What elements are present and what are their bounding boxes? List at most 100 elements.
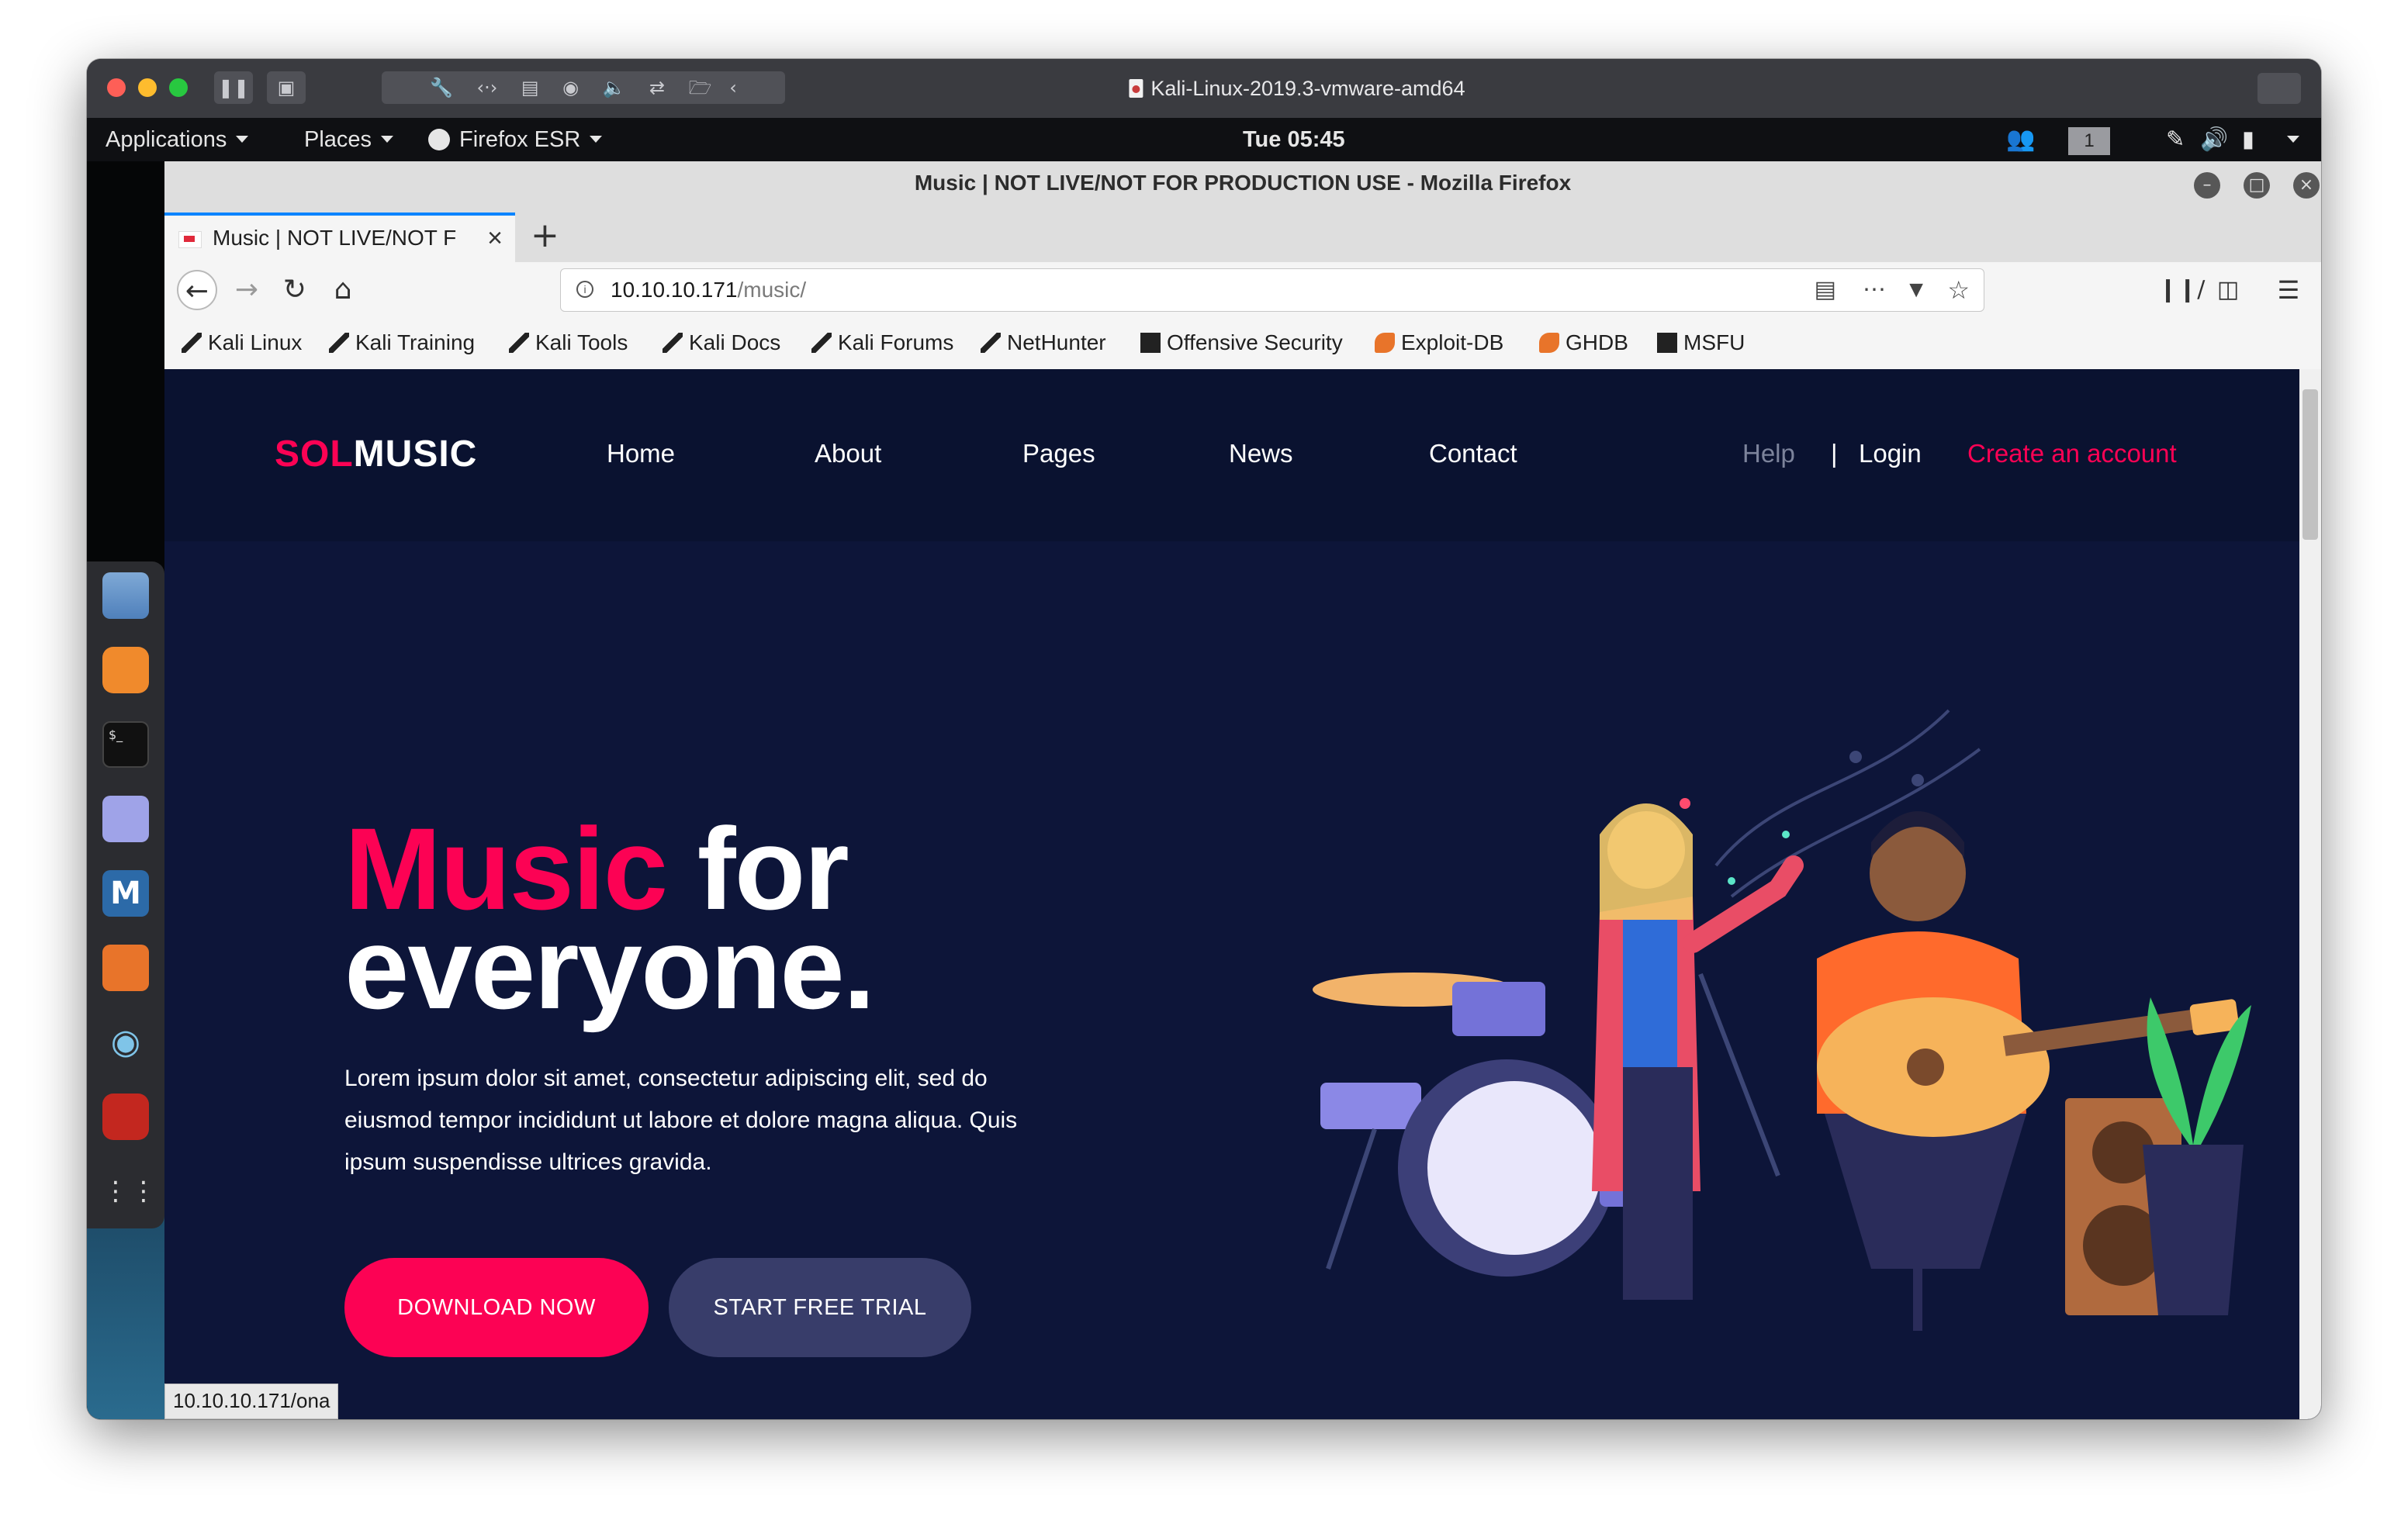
reader-view-icon[interactable]: ▤ (1815, 269, 1836, 311)
firefox-icon[interactable] (102, 647, 149, 693)
vmware-window: ❚❚ ▣ 🔧 ‹·› ▤ ◉ 🔈 ⇄ 🗁 ‹ Kali-Linux-2019.3… (87, 59, 2321, 1419)
text-editor-icon[interactable] (102, 796, 149, 842)
library-icon[interactable]: ❙❙∕ (2158, 270, 2205, 310)
bookmark-nethunter[interactable]: NetHunter (981, 318, 1106, 368)
sidebar-icon[interactable]: ◫ (2208, 270, 2248, 310)
nav-pages[interactable]: Pages (1022, 439, 1095, 468)
pocket-icon[interactable]: ▼ (1905, 269, 1928, 311)
files-icon[interactable] (102, 572, 149, 619)
firefox-menu-label: Firefox ESR (459, 127, 602, 152)
close-icon[interactable]: × (2293, 172, 2320, 199)
usb-icon[interactable]: ⇄ (649, 77, 665, 98)
metasploit-icon[interactable]: M (102, 870, 149, 917)
wrench-icon[interactable]: 🔧 (430, 77, 453, 98)
page-scrollbar[interactable] (2299, 369, 2321, 1419)
gnome-top-panel: Applications Places Firefox ESR Tue 05:4… (87, 118, 2321, 161)
bookmark-kali-docs[interactable]: Kali Docs (663, 318, 780, 368)
kali-dragon-icon (509, 333, 529, 353)
zoom-window-button[interactable] (169, 78, 188, 97)
bookmark-msfu[interactable]: MSFU (1657, 318, 1745, 368)
users-icon[interactable]: 👥 (2006, 126, 2035, 154)
kali-dragon-icon (329, 333, 349, 353)
hero-description: Lorem ipsum dolor sit amet, consectetur … (344, 1066, 1018, 1175)
bookmark-offensive-security[interactable]: Offensive Security (1140, 318, 1343, 368)
bookmark-ghdb[interactable]: GHDB (1539, 318, 1628, 368)
url-bar[interactable]: i 10.10.10.171/music/ ▤ ⋯ ▼ ☆ (560, 268, 1984, 312)
maximize-icon[interactable]: □ (2244, 172, 2270, 199)
mic-stand (1698, 973, 1780, 1177)
minimize-window-button[interactable] (138, 78, 157, 97)
applications-menu[interactable]: Applications (106, 126, 248, 154)
minimize-icon[interactable]: – (2194, 172, 2220, 199)
code-icon[interactable]: ‹·› (477, 77, 498, 98)
page-actions-icon[interactable]: ⋯ (1863, 269, 1886, 311)
hamburger-menu-icon[interactable]: ☰ (2268, 270, 2309, 310)
url-text[interactable]: 10.10.10.171/music/ (611, 269, 806, 311)
bookmark-kali-forums[interactable]: Kali Forums (811, 318, 953, 368)
bookmarks-toolbar: Kali Linux Kali Training Kali Tools Kali… (164, 318, 2321, 371)
pause-icon[interactable]: ❚❚ (214, 71, 253, 104)
battery-icon[interactable]: ▮ (2242, 126, 2254, 154)
kali-dragon-icon (811, 333, 832, 353)
scrollbar-thumb[interactable] (2302, 389, 2318, 540)
site-logo[interactable]: SOLMUSIC (275, 433, 477, 475)
download-now-button[interactable]: DOWNLOAD NOW (344, 1258, 649, 1357)
kali-dragon-icon (981, 333, 1001, 353)
system-menu-chevron-icon[interactable] (2278, 126, 2299, 154)
help-link[interactable]: Help (1742, 439, 1795, 468)
create-account-link[interactable]: Create an account (1967, 439, 2177, 468)
close-tab-icon[interactable]: × (487, 216, 503, 261)
eye-icon[interactable]: ◉ (102, 1019, 149, 1066)
disk-icon[interactable]: ▤ (521, 77, 539, 98)
note-dot (1680, 798, 1690, 809)
tab-title: Music | NOT LIVE/NOT F (213, 226, 457, 250)
nav-about[interactable]: About (815, 439, 881, 468)
guitar-neck (2003, 1007, 2206, 1056)
pen-icon[interactable]: ✎ (2166, 126, 2185, 154)
bookmark-exploit-db[interactable]: Exploit-DB (1375, 318, 1503, 368)
bookmark-label: Kali Tools (535, 330, 628, 354)
bookmark-kali-training[interactable]: Kali Training (329, 318, 475, 368)
home-icon[interactable]: ⌂ (323, 270, 363, 310)
close-window-button[interactable] (107, 78, 126, 97)
shared-folder-icon[interactable]: 🗁 (689, 77, 712, 98)
volume-icon[interactable]: 🔊 (2200, 126, 2228, 154)
show-apps-icon[interactable]: ⋮⋮⋮ (102, 1168, 185, 1214)
start-free-trial-button[interactable]: START FREE TRIAL (669, 1258, 971, 1357)
cherrytree-icon[interactable] (102, 1093, 149, 1140)
kali-dragon-icon (182, 333, 202, 353)
dock: $_ M ◉ ⋮⋮⋮ (87, 561, 185, 1228)
terminal-icon[interactable]: $_ (102, 721, 149, 768)
singer-shirt (1623, 920, 1677, 1075)
bookmark-star-icon[interactable]: ☆ (1947, 269, 1970, 311)
camera-icon[interactable]: ◉ (562, 77, 579, 98)
new-tab-icon[interactable]: + (531, 212, 559, 259)
navigation-toolbar: ← → ↻ ⌂ i 10.10.10.171/music/ ▤ ⋯ ▼ ☆ ❙❙… (164, 262, 2321, 318)
reload-icon[interactable]: ↻ (275, 270, 315, 310)
firefox-icon (428, 129, 450, 150)
bookmark-label: Kali Docs (689, 330, 781, 354)
login-link[interactable]: Login (1859, 439, 1922, 468)
nav-separator: | (1831, 439, 1838, 468)
logo-part-sol: SOL (275, 434, 354, 475)
snapshot-icon[interactable]: ▣ (267, 71, 306, 104)
workspace-indicator[interactable]: 1 (2068, 127, 2110, 155)
chevron-left-icon[interactable]: ‹ (729, 77, 737, 98)
speaker-icon[interactable]: 🔈 (603, 77, 626, 98)
clock[interactable]: Tue 05:45 (1243, 126, 1345, 154)
nav-news[interactable]: News (1229, 439, 1293, 468)
back-arrow-icon[interactable]: ← (177, 270, 217, 310)
bookmark-kali-tools[interactable]: Kali Tools (509, 318, 628, 368)
bookmark-kali-linux[interactable]: Kali Linux (182, 318, 302, 368)
browser-tab[interactable]: Music | NOT LIVE/NOT F × (164, 212, 515, 262)
places-menu[interactable]: Places (304, 126, 393, 154)
nav-contact[interactable]: Contact (1429, 439, 1517, 468)
forward-arrow-icon[interactable]: → (227, 270, 267, 310)
info-icon[interactable]: i (576, 281, 593, 298)
nav-home[interactable]: Home (607, 439, 675, 468)
vm-device-toolbar[interactable]: 🔧 ‹·› ▤ ◉ 🔈 ⇄ 🗁 ‹ (382, 71, 785, 104)
firefox-app-menu[interactable]: Firefox ESR (428, 126, 602, 154)
burpsuite-icon[interactable] (102, 945, 149, 991)
tom-drum-icon (1452, 982, 1545, 1036)
fullscreen-button[interactable] (2258, 73, 2301, 104)
